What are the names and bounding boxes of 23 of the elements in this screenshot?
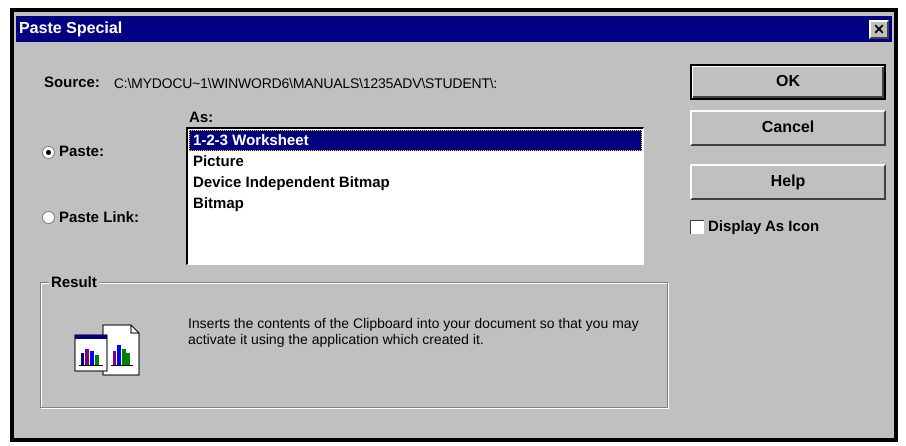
dialog-button[interactable]: Help [690, 164, 886, 200]
radio-button[interactable] [42, 146, 55, 159]
radio-option[interactable]: Paste: [42, 141, 186, 164]
radio-label: Paste: [59, 142, 104, 162]
source-label: Source: [44, 72, 100, 93]
radio-label: Paste Link: [59, 208, 140, 228]
format-list[interactable]: 1-2-3 Worksheet Picture Device Independent Bitmap Bitmap [186, 127, 644, 265]
list-item[interactable]: Picture [189, 151, 642, 172]
radio-button[interactable] [42, 211, 55, 224]
result-description: Inserts the contents of the Clipboard into your document so that you may activate it using the application which created it. [188, 315, 640, 347]
list-item[interactable]: 1-2-3 Worksheet [189, 130, 642, 151]
display-as-icon-option[interactable]: Display As Icon [690, 216, 886, 238]
radio-option[interactable]: Paste Link: [42, 206, 186, 229]
list-item[interactable]: Device Independent Bitmap [189, 172, 642, 193]
dialog-button[interactable]: Cancel [690, 110, 886, 146]
window-title: Paste Special [19, 19, 122, 39]
close-button[interactable]: × [869, 20, 889, 38]
source-path: C:\MYDOCU~1\WINWORD6\MANUALS\1235ADV\STUDENT\: [114, 74, 498, 92]
checkbox[interactable] [690, 220, 704, 234]
as-label: As: [189, 108, 214, 127]
dialog-button[interactable]: OK [690, 64, 886, 100]
checkbox-label: Display As Icon [708, 217, 820, 237]
list-item[interactable]: Bitmap [189, 193, 642, 214]
